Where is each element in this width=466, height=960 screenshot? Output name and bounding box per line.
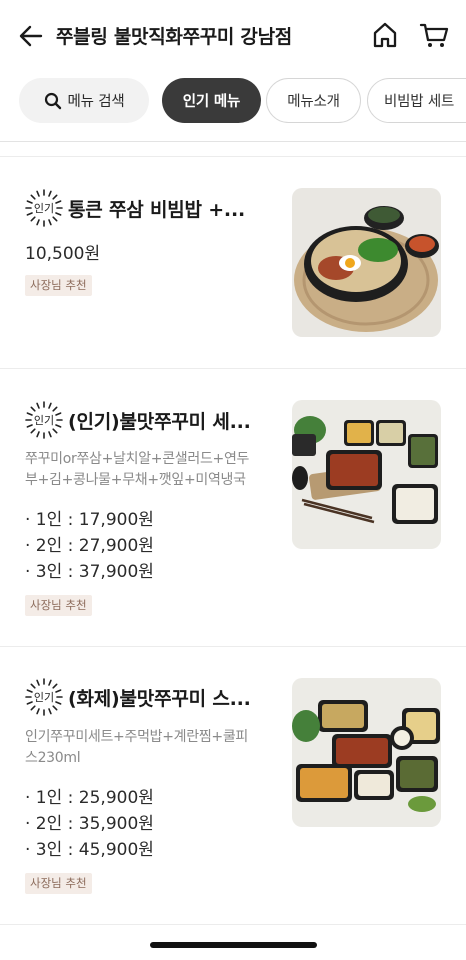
section-divider <box>0 924 466 925</box>
home-indicator[interactable] <box>150 942 317 948</box>
svg-text:인기: 인기 <box>34 202 54 215</box>
category-chip-bar: 메뉴 검색 인기 메뉴 메뉴소개 비빔밥 세트 <box>0 78 466 126</box>
chip-bibimbap-set[interactable]: 비빔밥 세트 <box>367 78 466 123</box>
menu-item-description: 인기쭈꾸미세트+주먹밥+계란찜+쿨피 스230ml <box>25 729 248 766</box>
price-option-2: · 2인 : 35,900원 <box>25 814 154 834</box>
svg-text:인기: 인기 <box>34 691 54 704</box>
svg-text:인기: 인기 <box>34 414 54 427</box>
arrow-left-icon <box>19 25 43 47</box>
price-option-3: · 3인 : 45,900원 <box>25 840 154 860</box>
chip-popular-menu[interactable]: 인기 메뉴 <box>162 78 261 123</box>
price-option-2: · 2인 : 27,900원 <box>25 536 154 556</box>
menu-item-description: 쭈꾸미or쭈삼+날치알+콘샐러드+연두 부+김+콩나물+무채+깻잎+미역냉국 <box>25 451 250 488</box>
home-icon <box>373 22 397 48</box>
owner-recommend-tag: 사장님 추천 <box>25 873 92 894</box>
popular-badge-icon: 인기 <box>25 189 63 227</box>
menu-search-label: 메뉴 검색 <box>67 94 125 110</box>
menu-item-image <box>292 678 441 827</box>
menu-item[interactable]: 인기 통큰 쭈삼 비빔밥 +... 10,500원 사장님 추천 <box>0 157 466 367</box>
menu-item-image <box>292 400 441 549</box>
menu-item-image <box>292 188 441 337</box>
back-button[interactable] <box>16 22 46 50</box>
header-bar: 쭈블링 불맛직화쭈꾸미 강남점 <box>0 0 466 70</box>
menu-item[interactable]: 인기 (인기)불맛쭈꾸미 세... 쭈꾸미or쭈삼+날치알+콘샐러드+연두 부+… <box>0 369 466 646</box>
menu-item-name: (화제)불맛쭈꾸미 스... <box>68 687 251 710</box>
price-option-1: · 1인 : 17,900원 <box>25 510 154 530</box>
menu-search-chip[interactable]: 메뉴 검색 <box>19 78 149 123</box>
page-title: 쭈블링 불맛직화쭈꾸미 강남점 <box>56 26 292 48</box>
menu-item-name: 통큰 쭈삼 비빔밥 +... <box>68 198 245 221</box>
chip-divider <box>0 141 466 142</box>
popular-badge-icon: 인기 <box>25 678 63 716</box>
popular-badge-icon: 인기 <box>25 401 63 439</box>
menu-item-name: (인기)불맛쭈꾸미 세... <box>68 410 251 433</box>
menu-item[interactable]: 인기 (화제)불맛쭈꾸미 스... 인기쭈꾸미세트+주먹밥+계란찜+쿨피 스23… <box>0 647 466 924</box>
chip-menu-intro[interactable]: 메뉴소개 <box>266 78 361 123</box>
menu-item-price: 10,500원 <box>25 244 101 264</box>
cart-button[interactable] <box>418 20 450 50</box>
owner-recommend-tag: 사장님 추천 <box>25 595 92 616</box>
cart-icon <box>419 23 449 47</box>
price-option-1: · 1인 : 25,900원 <box>25 788 154 808</box>
owner-recommend-tag: 사장님 추천 <box>25 275 92 296</box>
price-option-3: · 3인 : 37,900원 <box>25 562 154 582</box>
home-button[interactable] <box>370 20 400 50</box>
search-icon <box>44 92 61 109</box>
